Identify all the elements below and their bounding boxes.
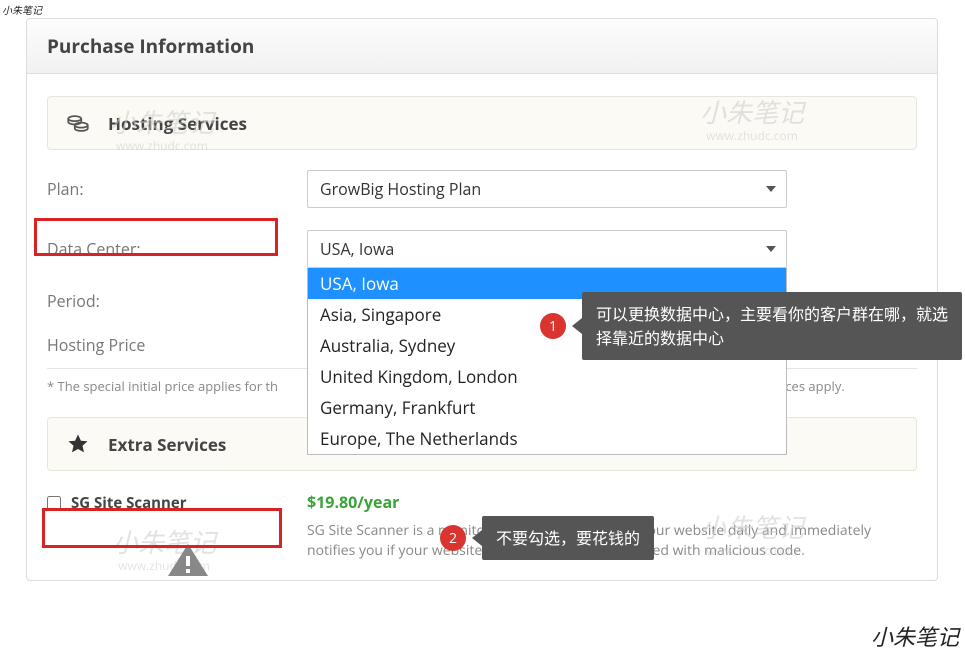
data-center-select[interactable]: USA, Iowa xyxy=(307,230,787,268)
data-center-value: USA, Iowa xyxy=(320,238,394,260)
hosting-section-title: Hosting Services xyxy=(108,112,247,135)
data-center-label: Data Center: xyxy=(47,238,307,260)
star-icon xyxy=(62,428,94,460)
sg-scanner-label: SG Site Scanner xyxy=(71,493,187,513)
sg-scanner-price: $19.80/year xyxy=(307,491,399,513)
panel-header: Purchase Information xyxy=(27,19,937,74)
annotation-2-number: 2 xyxy=(440,525,466,551)
annotation-1: 1 可以更换数据中心，主要看你的客户群在哪，就选择靠近的数据中心 xyxy=(540,292,962,360)
hosting-price-label: Hosting Price xyxy=(47,334,307,356)
plan-select[interactable]: GrowBig Hosting Plan xyxy=(307,170,787,208)
annotation-1-arrow xyxy=(572,318,582,334)
data-center-row: Data Center: USA, Iowa USA, Iowa Asia, S… xyxy=(47,230,917,268)
hosting-services-section: Hosting Services xyxy=(47,96,917,150)
annotation-1-number: 1 xyxy=(540,313,566,339)
annotation-2: 2 不要勾选，要花钱的 xyxy=(440,516,654,560)
warning-icon xyxy=(164,540,212,585)
annotation-2-text: 不要勾选，要花钱的 xyxy=(482,516,654,560)
dc-option-europe-netherlands[interactable]: Europe, The Netherlands xyxy=(308,423,786,454)
dc-option-uk-london[interactable]: United Kingdom, London xyxy=(308,361,786,392)
dc-option-germany-frankfurt[interactable]: Germany, Frankfurt xyxy=(308,392,786,423)
watermark-top-left: 小朱笔记 xyxy=(2,2,42,17)
coins-icon xyxy=(62,107,94,139)
period-label: Period: xyxy=(47,290,307,312)
sg-scanner-checkbox[interactable] xyxy=(47,496,61,510)
panel-title: Purchase Information xyxy=(47,33,917,59)
annotation-1-text: 可以更换数据中心，主要看你的客户群在哪，就选择靠近的数据中心 xyxy=(582,292,962,360)
plan-select-value: GrowBig Hosting Plan xyxy=(320,178,481,200)
watermark-bottom-right: 小朱笔记 xyxy=(871,620,959,652)
plan-label: Plan: xyxy=(47,178,307,200)
plan-row: Plan: GrowBig Hosting Plan xyxy=(47,170,917,208)
extra-section-title: Extra Services xyxy=(108,433,226,456)
annotation-2-arrow xyxy=(472,530,482,546)
